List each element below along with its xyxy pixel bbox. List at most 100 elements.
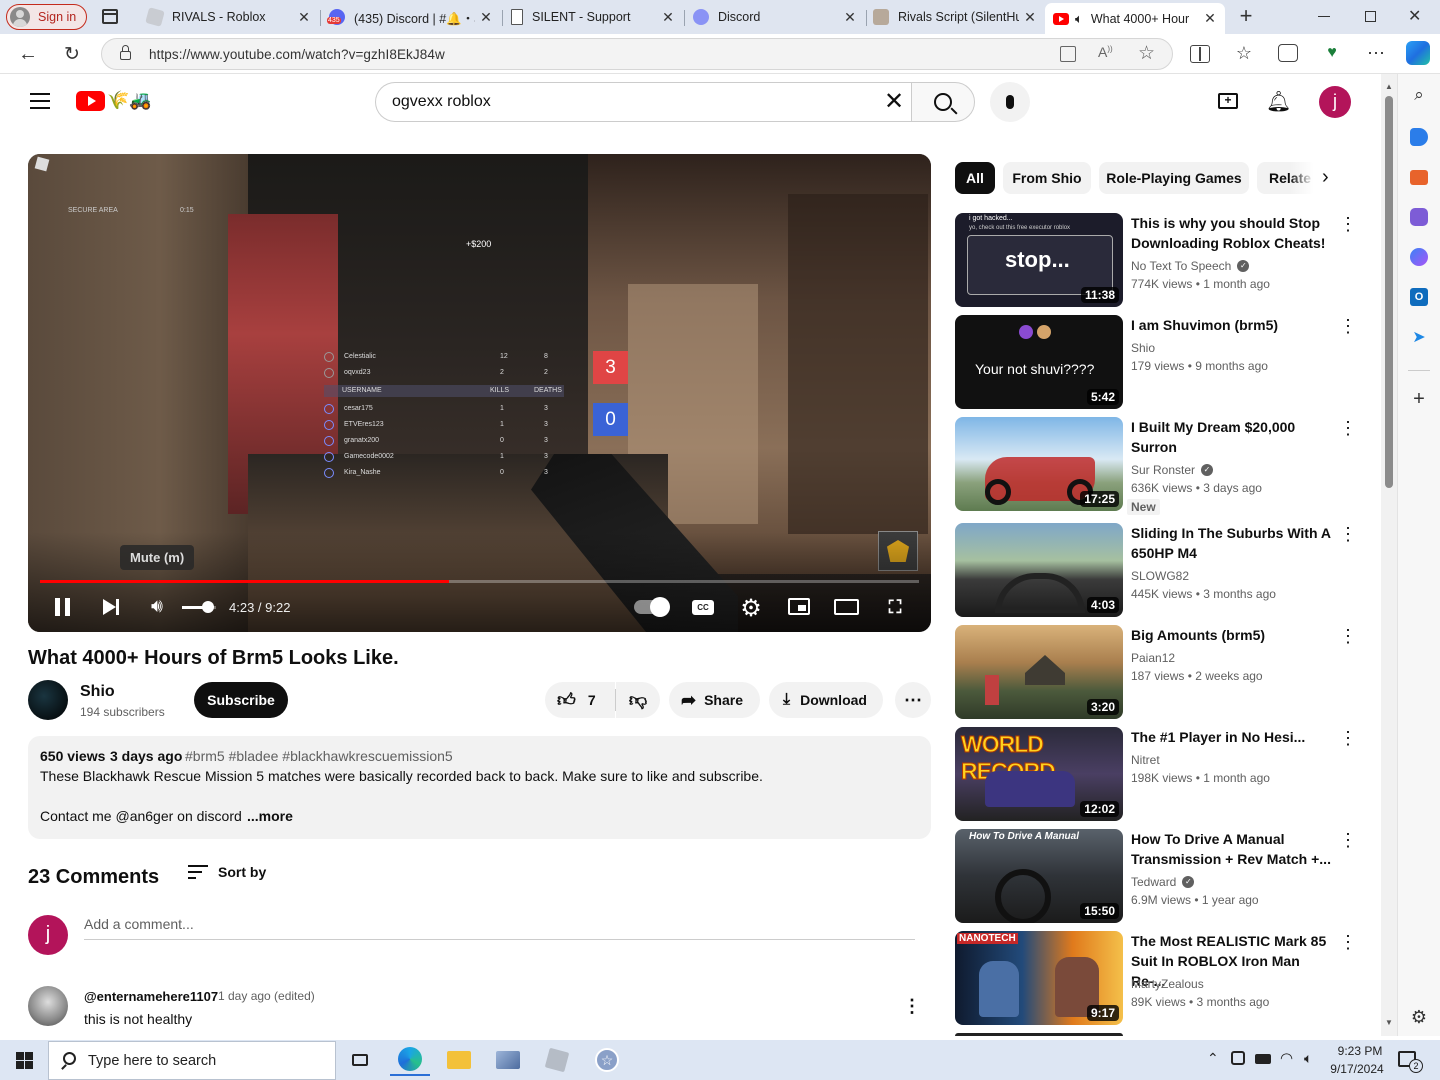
recommendation-title[interactable]: Big Amounts (brm5) xyxy=(1131,625,1331,645)
tab-discord[interactable]: Discord ✕ xyxy=(685,3,865,31)
clear-search-icon[interactable]: ✕ xyxy=(884,87,904,116)
settings-more-icon[interactable]: ⋯ xyxy=(1365,42,1387,64)
recommendation-title[interactable]: How To Drive A Manual Transmission + Rev… xyxy=(1131,829,1331,869)
video-player[interactable]: SECURE AREA 0:15 +$200 3 0 Celestialic 12… xyxy=(28,154,931,632)
recommendation-item[interactable]: WORLD RECORD 12:02 The #1 Player in No H… xyxy=(955,727,1375,823)
more-vert-icon[interactable]: ⋮ xyxy=(1339,215,1357,235)
account-avatar[interactable]: j xyxy=(1319,86,1351,118)
video-thumbnail[interactable]: 4:03 xyxy=(955,523,1123,617)
new-tab-button[interactable]: + xyxy=(1236,5,1256,27)
copilot-icon[interactable] xyxy=(1406,41,1430,65)
recommendation-title[interactable]: The #1 Player in No Hesi... xyxy=(1131,727,1331,747)
close-icon[interactable]: ✕ xyxy=(479,9,493,26)
video-thumbnail[interactable]: WORLD RECORD 12:02 xyxy=(955,727,1123,821)
search-button[interactable] xyxy=(911,82,975,122)
subscribe-button[interactable]: Subscribe xyxy=(194,682,288,718)
favorites-icon[interactable]: ☆ xyxy=(1233,42,1255,64)
recommendation-channel[interactable]: Shio xyxy=(1131,341,1155,355)
video-thumbnail[interactable]: i got hacked... yo, check out this free … xyxy=(955,213,1123,307)
tools-briefcase-icon[interactable] xyxy=(1410,170,1428,185)
shopping-tag-icon[interactable] xyxy=(1410,128,1428,146)
dislike-button[interactable]: 👎︎ xyxy=(616,682,660,718)
commenter-avatar[interactable] xyxy=(28,986,68,1026)
windows-start-icon[interactable] xyxy=(4,1044,44,1076)
comment-more-icon[interactable]: ⋮ xyxy=(903,996,921,1017)
roblox-app-icon[interactable] xyxy=(537,1044,577,1076)
recommendation-channel[interactable]: MartyZealous xyxy=(1131,977,1204,991)
taskbar-search-box[interactable]: Type here to search xyxy=(48,1041,336,1080)
comment-author[interactable]: @enternamehere1107 xyxy=(84,989,218,1004)
download-button[interactable]: ⤓ Download xyxy=(769,682,883,718)
recommendation-channel[interactable]: Sur Ronster xyxy=(1131,463,1195,477)
channel-avatar[interactable] xyxy=(28,680,68,720)
search-box[interactable]: ogvexx roblox ✕ xyxy=(375,82,912,122)
fullscreen-icon[interactable]: ⛶ xyxy=(884,597,906,617)
progress-bar[interactable] xyxy=(40,580,919,583)
games-icon[interactable] xyxy=(1410,208,1428,226)
file-explorer-icon[interactable] xyxy=(439,1044,479,1076)
search-icon[interactable]: ⌕ xyxy=(1408,84,1430,106)
recommendation-item[interactable]: How To Drive A Manual 15:50 How To Drive… xyxy=(955,829,1375,925)
close-window-button[interactable]: ✕ xyxy=(1408,6,1421,26)
chip-all[interactable]: All xyxy=(955,162,995,194)
lock-icon[interactable] xyxy=(120,51,131,60)
chips-next-chevron-icon[interactable]: › xyxy=(1322,166,1329,189)
more-vert-icon[interactable]: ⋮ xyxy=(1339,525,1357,545)
recommendation-item[interactable]: Your not shuvi???? 5:42 I am Shuvimon (b… xyxy=(955,315,1375,411)
app-available-icon[interactable] xyxy=(1060,46,1076,62)
show-more-link[interactable]: ...more xyxy=(247,808,293,824)
tab-silent-support[interactable]: SILENT - Support ✕ xyxy=(503,3,683,31)
notifications-bell-icon[interactable]: 🔔︎ xyxy=(1266,89,1291,114)
recommendation-item[interactable]: 4:03 Sliding In The Suburbs With A 650HP… xyxy=(955,523,1375,619)
close-icon[interactable]: ✕ xyxy=(1203,10,1217,27)
more-vert-icon[interactable]: ⋮ xyxy=(1339,933,1357,953)
recommendation-channel[interactable]: No Text To Speech xyxy=(1131,259,1231,273)
more-actions-button[interactable]: ⋯ xyxy=(895,682,931,718)
recommendation-item[interactable]: NANOTECH 9:17 The Most REALISTIC Mark 85… xyxy=(955,931,1375,1027)
like-button[interactable]: 👍︎ 7 xyxy=(545,682,615,718)
recommendation-title[interactable]: This is why you should Stop Downloading … xyxy=(1131,213,1331,253)
recommendation-title[interactable]: Sliding In The Suburbs With A 650HP M4 xyxy=(1131,523,1331,563)
theater-mode-icon[interactable] xyxy=(834,599,859,615)
battery-icon[interactable] xyxy=(1255,1054,1271,1064)
recommendation-channel[interactable]: Nitret xyxy=(1131,753,1160,767)
read-aloud-icon[interactable]: A)) xyxy=(1098,44,1113,60)
close-icon[interactable]: ✕ xyxy=(1023,9,1037,26)
create-video-icon[interactable]: + xyxy=(1218,93,1238,109)
refresh-icon[interactable]: ↻ xyxy=(58,40,86,68)
tab-youtube-active[interactable]: 🔈︎ What 4000+ Hour ✕ xyxy=(1045,3,1225,34)
search-input[interactable]: ogvexx roblox xyxy=(392,93,491,111)
tab-discord-announcements[interactable]: 435 (435) Discord | #🔔・an ✕ xyxy=(321,3,501,31)
youtube-logo[interactable]: 🌾🚜 xyxy=(76,90,152,111)
close-icon[interactable]: ✕ xyxy=(661,9,675,26)
share-button[interactable]: ➦ Share xyxy=(669,682,760,718)
photos-app-icon[interactable] xyxy=(488,1044,528,1076)
video-thumbnail[interactable]: How To Drive A Manual 15:50 xyxy=(955,829,1123,923)
recommendation-title[interactable]: I Built My Dream $20,000 Surron xyxy=(1131,417,1331,457)
subtitles-cc-icon[interactable]: CC xyxy=(692,600,714,615)
tray-overflow-chevron-icon[interactable]: ⌃ xyxy=(1207,1050,1219,1067)
channel-name[interactable]: Shio xyxy=(80,683,115,701)
solara-app-icon[interactable]: ☆ xyxy=(587,1044,627,1076)
recommendation-item[interactable]: i got hacked... yo, check out this free … xyxy=(955,213,1375,309)
description-box[interactable]: 650 views 3 days ago #brm5 #bladee #blac… xyxy=(28,736,931,839)
send-icon[interactable]: ➤ xyxy=(1410,328,1428,346)
outlook-icon[interactable]: O xyxy=(1410,288,1428,306)
wifi-icon[interactable]: ◠ xyxy=(1280,1049,1293,1067)
url-text[interactable]: https://www.youtube.com/watch?v=gzhI8EkJ… xyxy=(149,47,445,62)
recommendation-item[interactable]: 3:20 Big Amounts (brm5) Paian12 187 view… xyxy=(955,625,1375,721)
page-scrollbar[interactable]: ▲ ▼ xyxy=(1381,74,1397,1036)
recommendation-channel[interactable]: Tedward xyxy=(1131,875,1176,889)
sidebar-settings-gear-icon[interactable]: ⚙ xyxy=(1408,1006,1430,1028)
recommendation-item[interactable]: 17:25 I Built My Dream $20,000 Surron Su… xyxy=(955,417,1375,515)
edge-browser-icon[interactable] xyxy=(390,1044,430,1076)
task-view-icon[interactable] xyxy=(340,1044,380,1076)
sort-by-button[interactable]: Sort by xyxy=(188,864,266,880)
restore-button[interactable] xyxy=(1365,11,1376,22)
next-video-icon[interactable] xyxy=(101,599,121,615)
more-vert-icon[interactable]: ⋮ xyxy=(1339,831,1357,851)
add-comment-input[interactable]: Add a comment... xyxy=(84,916,915,940)
hashtags[interactable]: #brm5 #bladee #blackhawkrescuemission5 xyxy=(185,748,453,764)
close-icon[interactable]: ✕ xyxy=(843,9,857,26)
speaker-icon[interactable]: 🔈︎ xyxy=(1304,1050,1312,1067)
